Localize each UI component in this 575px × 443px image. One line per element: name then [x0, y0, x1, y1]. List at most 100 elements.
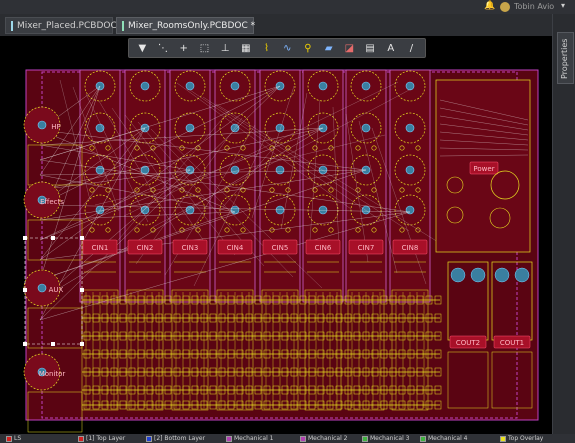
pot-pad — [405, 123, 415, 133]
layer-color-swatch — [6, 435, 12, 442]
side-label: HP — [51, 123, 61, 131]
layer-label: [1] Top Layer — [86, 435, 126, 442]
channel-room — [79, 69, 121, 303]
pot-pad — [140, 81, 150, 91]
pot-pad — [95, 123, 105, 133]
line-icon[interactable]: / — [404, 41, 418, 55]
room-label: CIN1 — [92, 244, 109, 252]
pot-pad — [361, 123, 371, 133]
pot-pad — [318, 81, 328, 91]
pot-pad — [185, 81, 195, 91]
tab-mixer-rooms-only[interactable]: Mixer_RoomsOnly.PCBDOC * — [116, 17, 256, 34]
layer-tab[interactable]: Mechanical 2 — [300, 435, 347, 442]
pot-pad — [230, 165, 240, 175]
layer-label: Mechanical 4 — [428, 435, 468, 442]
layer-tab[interactable]: LS — [6, 435, 21, 442]
bell-icon[interactable]: 🔔 — [484, 1, 495, 11]
layer-tab[interactable]: Mechanical 1 — [226, 435, 273, 442]
layer-color-swatch — [500, 435, 506, 442]
layer-label: Top Overlay — [508, 435, 544, 442]
selection-handle — [23, 236, 27, 240]
pot-pad — [230, 123, 240, 133]
pot-pad — [361, 81, 371, 91]
layer-color-swatch — [300, 435, 306, 442]
dimension-icon[interactable]: ▤ — [363, 41, 377, 55]
layer-tab[interactable]: [1] Top Layer — [78, 435, 125, 442]
document-tab-bar: Mixer_Placed.PCBDOC * Mixer_RoomsOnly.PC… — [0, 14, 552, 37]
layer-tab[interactable]: Top Overlay — [500, 435, 543, 442]
route-interactive-icon[interactable]: ⋱ — [156, 41, 170, 55]
output-pad — [450, 267, 466, 283]
side-label: Effects — [40, 198, 64, 206]
output-pad — [470, 267, 486, 283]
user-name[interactable]: Tobin Avio — [514, 2, 554, 11]
output-label: COUT2 — [456, 339, 480, 347]
layer-label: Mechanical 2 — [308, 435, 348, 442]
text-icon[interactable]: A — [384, 41, 398, 55]
output-pad — [494, 267, 510, 283]
filter-icon[interactable]: ▼ — [135, 41, 149, 55]
pcb-doc-icon — [11, 20, 13, 31]
pcb-active-bar: ▼ ⋱ + ⬚ ⊥ ▦ ⌇ ∿ ⚲ ▰ ◪ ▤ A / — [128, 38, 426, 58]
avatar[interactable] — [500, 2, 510, 12]
layer-color-swatch — [146, 435, 152, 442]
layer-tab[interactable]: Mechanical 3 — [362, 435, 409, 442]
layer-tab[interactable]: Mechanical 4 — [420, 435, 467, 442]
pot-pad — [361, 205, 371, 215]
layer-color-swatch — [78, 435, 84, 442]
jack-pad — [37, 120, 47, 130]
side-label: AUX — [49, 286, 64, 294]
diff-pair-icon[interactable]: ∿ — [280, 41, 294, 55]
selection-handle — [23, 342, 27, 346]
tab-mixer-placed[interactable]: Mixer_Placed.PCBDOC * — [5, 17, 124, 34]
pot-pad — [318, 165, 328, 175]
layer-color-swatch — [420, 435, 426, 442]
selection-handle — [51, 236, 55, 240]
tab-label: Mixer_Placed.PCBDOC * — [17, 20, 125, 31]
channel-rooms — [79, 69, 431, 303]
room-label: CIN8 — [402, 244, 419, 252]
layer-label: Mechanical 1 — [234, 435, 274, 442]
room-label: CIN5 — [272, 244, 289, 252]
polygon-icon[interactable]: ◪ — [342, 41, 356, 55]
side-label: Monitor — [39, 370, 66, 378]
align-icon[interactable]: ⊥ — [218, 41, 232, 55]
cross-select-icon[interactable]: + — [177, 41, 191, 55]
layer-label: LS — [14, 435, 22, 442]
layer-color-swatch — [362, 435, 368, 442]
properties-label: Properties — [560, 38, 569, 79]
track-icon[interactable]: ⌇ — [260, 41, 274, 55]
room-label: CIN3 — [182, 244, 199, 252]
pcb-doc-icon — [122, 20, 124, 31]
output-label: COUT1 — [500, 339, 524, 347]
properties-tab[interactable]: Properties — [557, 32, 574, 84]
pot-pad — [318, 205, 328, 215]
select-rect-icon[interactable]: ⬚ — [197, 41, 211, 55]
layer-color-swatch — [226, 435, 232, 442]
channel-room — [302, 69, 344, 303]
room-label: CIN2 — [137, 244, 154, 252]
jack-pad — [37, 283, 47, 293]
caret-down-icon[interactable]: ▾ — [561, 1, 565, 10]
room-label: CIN7 — [358, 244, 375, 252]
channel-room — [389, 69, 431, 303]
pot-pad — [275, 165, 285, 175]
layer-label: Mechanical 3 — [370, 435, 410, 442]
layer-tab[interactable]: [2] Bottom Layer — [146, 435, 205, 442]
component-icon[interactable]: ▦ — [239, 41, 253, 55]
pcb-canvas[interactable]: HP Effects AUX Monitor Power COUT2 COUT1 CIN1… — [0, 36, 552, 434]
room-label: CIN4 — [227, 244, 244, 252]
pot-pad — [230, 81, 240, 91]
pot-pad — [405, 165, 415, 175]
pcb-board[interactable]: HP Effects AUX Monitor Power COUT2 COUT1 CIN1… — [0, 36, 552, 434]
layer-tab-bar: LS [1] Top Layer [2] Bottom Layer Mechanica… — [0, 434, 575, 443]
top-bar: 🔔 Tobin Avio ▾ — [0, 0, 575, 14]
fill-icon[interactable]: ▰ — [322, 41, 336, 55]
pot-pad — [405, 81, 415, 91]
channel-room — [345, 69, 387, 303]
channel-room — [124, 69, 166, 303]
tab-label: Mixer_RoomsOnly.PCBDOC * — [128, 20, 256, 31]
via-icon[interactable]: ⚲ — [301, 41, 315, 55]
layer-label: [2] Bottom Layer — [154, 435, 206, 442]
selection-handle — [51, 342, 55, 346]
